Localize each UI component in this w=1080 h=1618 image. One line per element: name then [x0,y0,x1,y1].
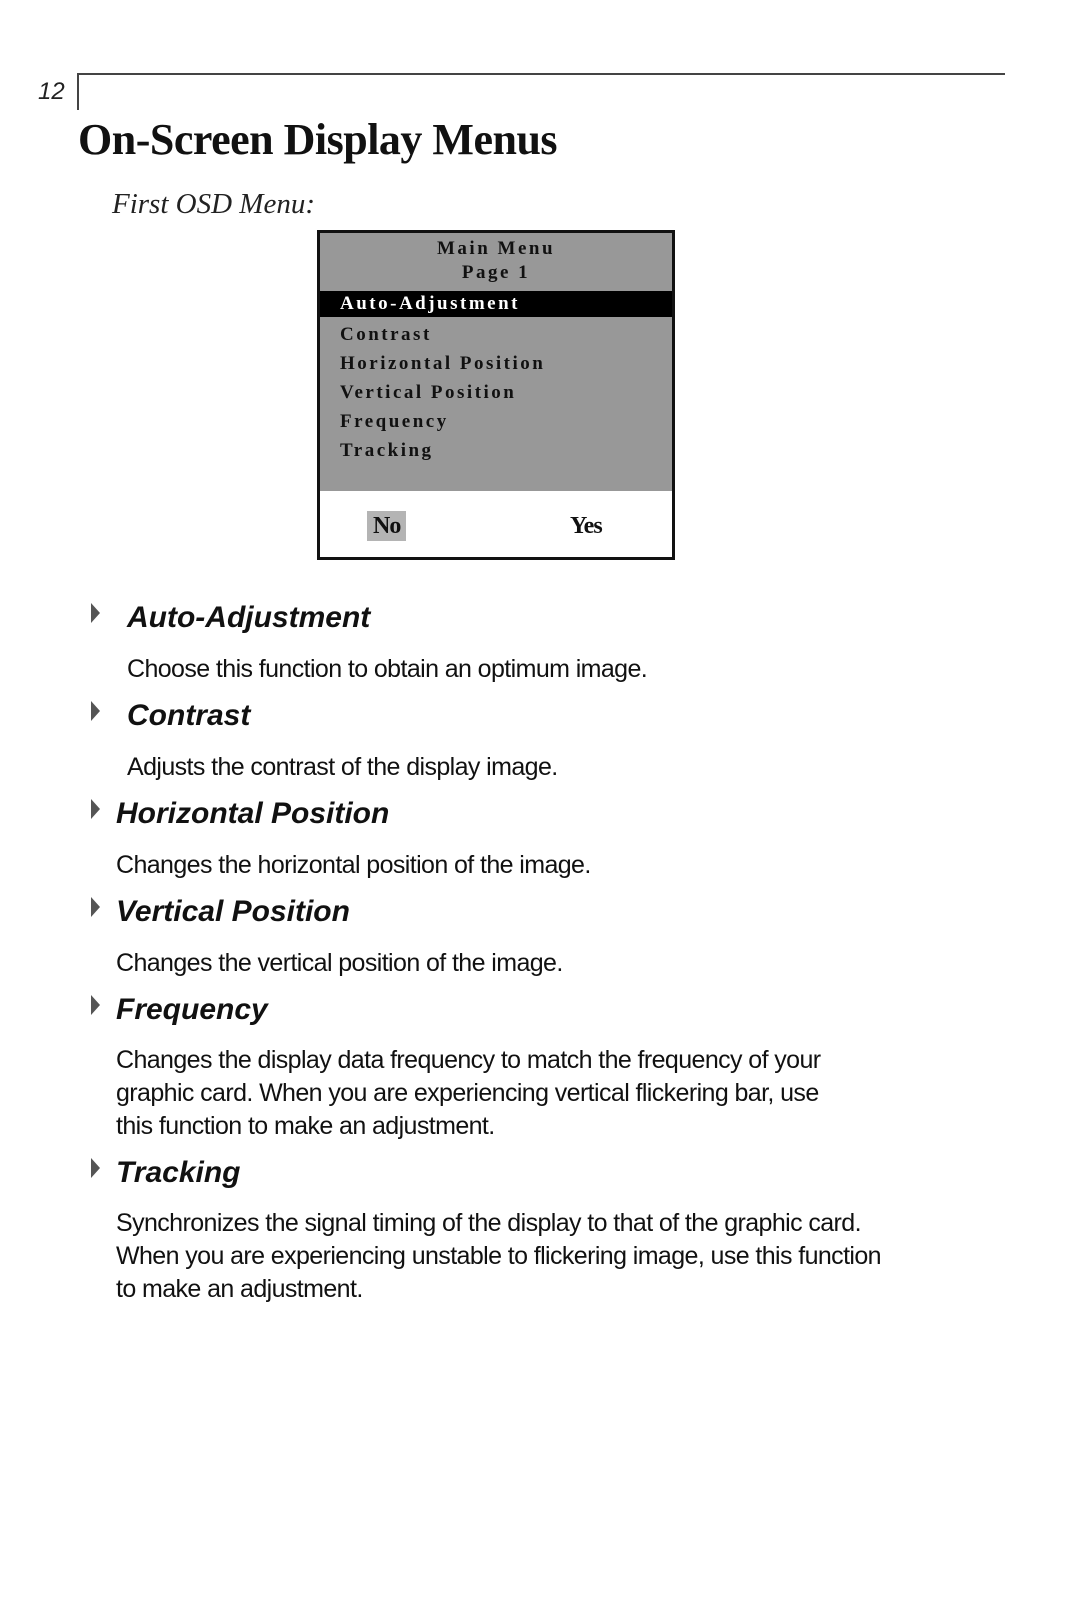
desc-line: Choose this function to obtain an optimu… [127,655,648,683]
osd-header-page: Page 1 [461,262,531,283]
desc-line: Synchronizes the signal timing of the di… [116,1209,862,1237]
osd-no-option[interactable]: No [367,511,407,541]
osd-yes-option[interactable]: Yes [570,511,603,541]
section-title-tracking: Tracking [116,1156,241,1189]
bullet-triangle-icon [91,897,100,917]
osd-item-contrast[interactable]: Contrast [320,320,672,349]
desc-line: this function to make an adjustment. [116,1112,495,1140]
osd-menu-panel: Main Menu Page 1 Auto-Adjustment Contras… [320,233,672,491]
bullet-triangle-icon [91,603,100,623]
desc-line: Changes the display data frequency to ma… [116,1046,821,1074]
bullet-triangle-icon [91,701,100,721]
section-title-frequency: Frequency [116,993,268,1026]
section-title-vertical-position: Vertical Position [116,895,350,928]
section-desc-horizontal-position: Changes the horizontal position of the i… [116,849,591,882]
section-desc-contrast: Adjusts the contrast of the display imag… [127,751,558,784]
desc-line: Changes the horizontal position of the i… [116,851,591,879]
osd-menu-figure: Main Menu Page 1 Auto-Adjustment Contras… [317,230,675,560]
desc-line: to make an adjustment. [116,1275,363,1303]
bullet-triangle-icon [91,1158,100,1178]
desc-line: Changes the vertical position of the ima… [116,949,563,977]
section-desc-tracking: Synchronizes the signal timing of the di… [116,1207,882,1306]
section-desc-frequency: Changes the display data frequency to ma… [116,1044,821,1143]
page-subtitle: First OSD Menu: [112,188,315,220]
osd-item-tracking[interactable]: Tracking [320,436,672,465]
desc-line: Adjusts the contrast of the display imag… [127,753,558,781]
page-number: 12 [38,78,65,105]
bullet-triangle-icon [91,995,100,1015]
section-title-horizontal-position: Horizontal Position [116,797,390,830]
osd-menu-list: Auto-Adjustment Contrast Horizontal Posi… [320,291,672,465]
section-desc-auto-adjustment: Choose this function to obtain an optimu… [127,653,648,686]
osd-item-horizontal-position[interactable]: Horizontal Position [320,349,672,378]
section-title-auto-adjustment: Auto-Adjustment [127,601,371,634]
osd-item-vertical-position[interactable]: Vertical Position [320,378,672,407]
bullet-triangle-icon [91,799,100,819]
page-title: On-Screen Display Menus [78,115,558,164]
osd-item-auto-adjustment[interactable]: Auto-Adjustment [320,291,672,317]
header-rule-horizontal [77,73,1005,75]
osd-header-title: Main Menu [436,238,556,259]
osd-item-frequency[interactable]: Frequency [320,407,672,436]
section-title-contrast: Contrast [127,699,251,732]
header-rule-vertical [77,74,79,110]
desc-line: graphic card. When you are experiencing … [116,1079,819,1107]
desc-line: When you are experiencing unstable to fl… [116,1242,882,1270]
osd-menu-header: Main Menu Page 1 [320,237,672,285]
section-desc-vertical-position: Changes the vertical position of the ima… [116,947,563,980]
